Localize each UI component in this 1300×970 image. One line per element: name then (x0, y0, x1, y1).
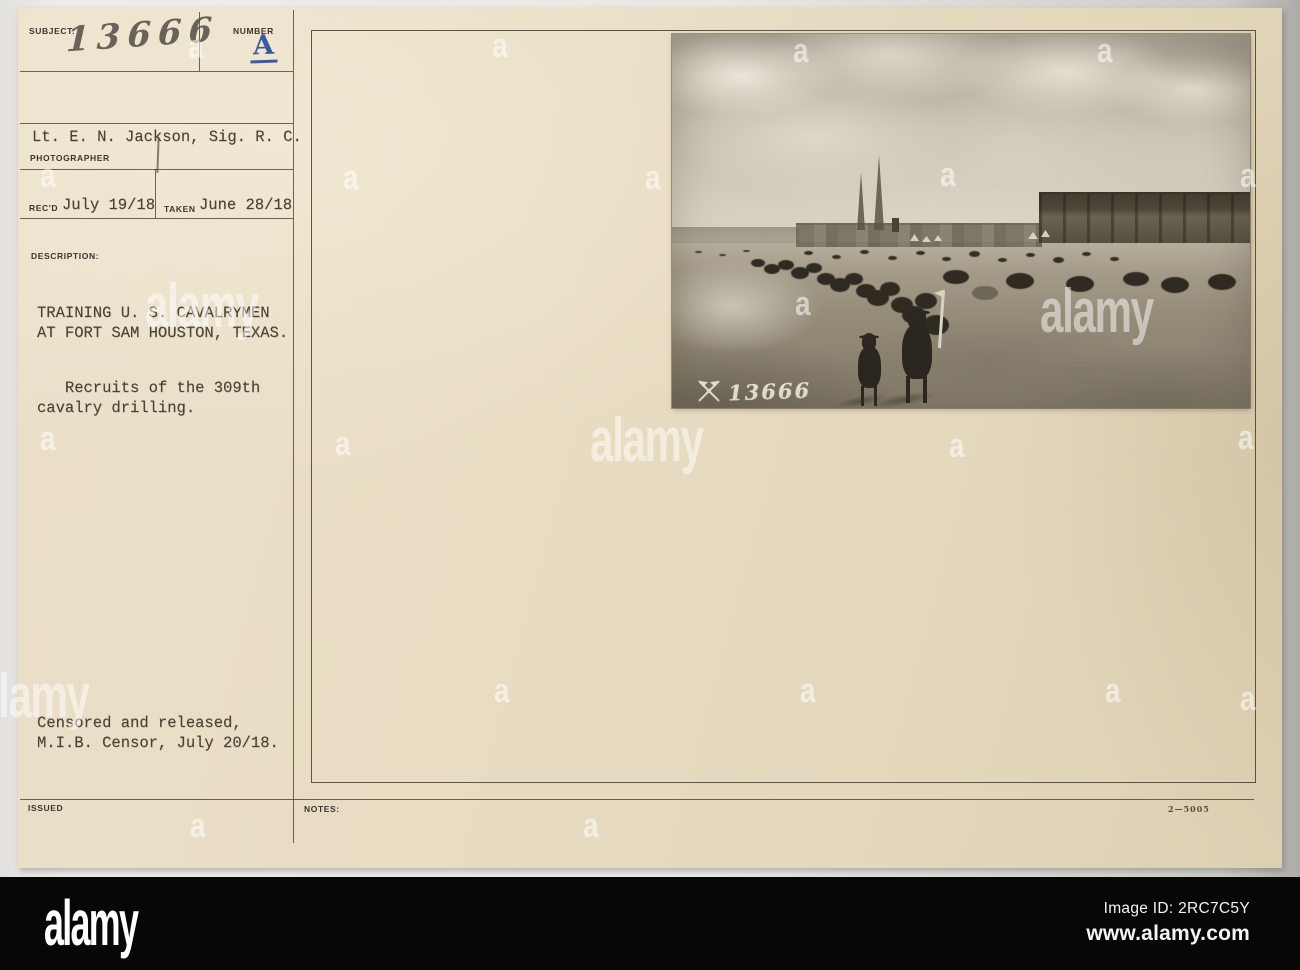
alamy-url: www.alamy.com (1086, 921, 1250, 945)
description-detail: Recruits of the 309th cavalry drilling. (37, 379, 261, 417)
received-label: REC'D (29, 203, 59, 213)
alamy-footer-bar: alamy Image ID: 2RC7C5Y www.alamy.com (0, 877, 1300, 970)
photo-camp-buildings (796, 222, 1042, 247)
photograph: 13666 (672, 34, 1250, 408)
photographer-name: Lt. E. N. Jackson, Sig. R. C. (32, 128, 302, 146)
received-date: July 19/18 (62, 196, 156, 214)
photo-barracks (1039, 192, 1250, 243)
alamy-logo: alamy (44, 887, 139, 959)
signal-corps-crossed-flags-icon (698, 380, 720, 402)
photo-horse (834, 332, 888, 408)
issued-label: ISSUED (28, 803, 64, 813)
rule-line (20, 218, 293, 220)
photographer-label: PHOTOGRAPHER (30, 153, 110, 163)
photo-id-marking: 13666 (694, 377, 812, 405)
photo-cavalry-column (672, 34, 688, 44)
description-title: TRAINING U. S. CAVALRYMEN AT FORT SAM HO… (37, 304, 289, 342)
photo-dust-cloud (672, 259, 822, 354)
form-print-code: 2—5005 (1168, 804, 1210, 814)
taken-label: TAKEN (164, 204, 196, 214)
notes-label: NOTES: (304, 804, 340, 814)
rule-line (155, 169, 157, 218)
censor-note: Censored and released, M.I.B. Censor, Ju… (37, 714, 279, 752)
photo-water-tower (892, 218, 899, 232)
rule-line (20, 71, 293, 73)
photo-id-number: 13666 (727, 377, 812, 405)
rule-line (20, 123, 293, 125)
archive-card-scan: SUBJECT: 13666 NUMBER A Lt. E. N. Jackso… (0, 0, 1300, 970)
subject-number-handwritten: 13666 (65, 9, 220, 61)
taken-date: June 28/18 (199, 196, 293, 214)
image-id-text: Image ID: 2RC7C5Y (1103, 900, 1250, 917)
rule-line (20, 799, 1254, 801)
photo-lead-horse (867, 306, 939, 408)
description-label: DESCRIPTION: (31, 251, 100, 261)
photo-distant-camp (672, 226, 800, 244)
number-stamp: A (249, 30, 278, 64)
